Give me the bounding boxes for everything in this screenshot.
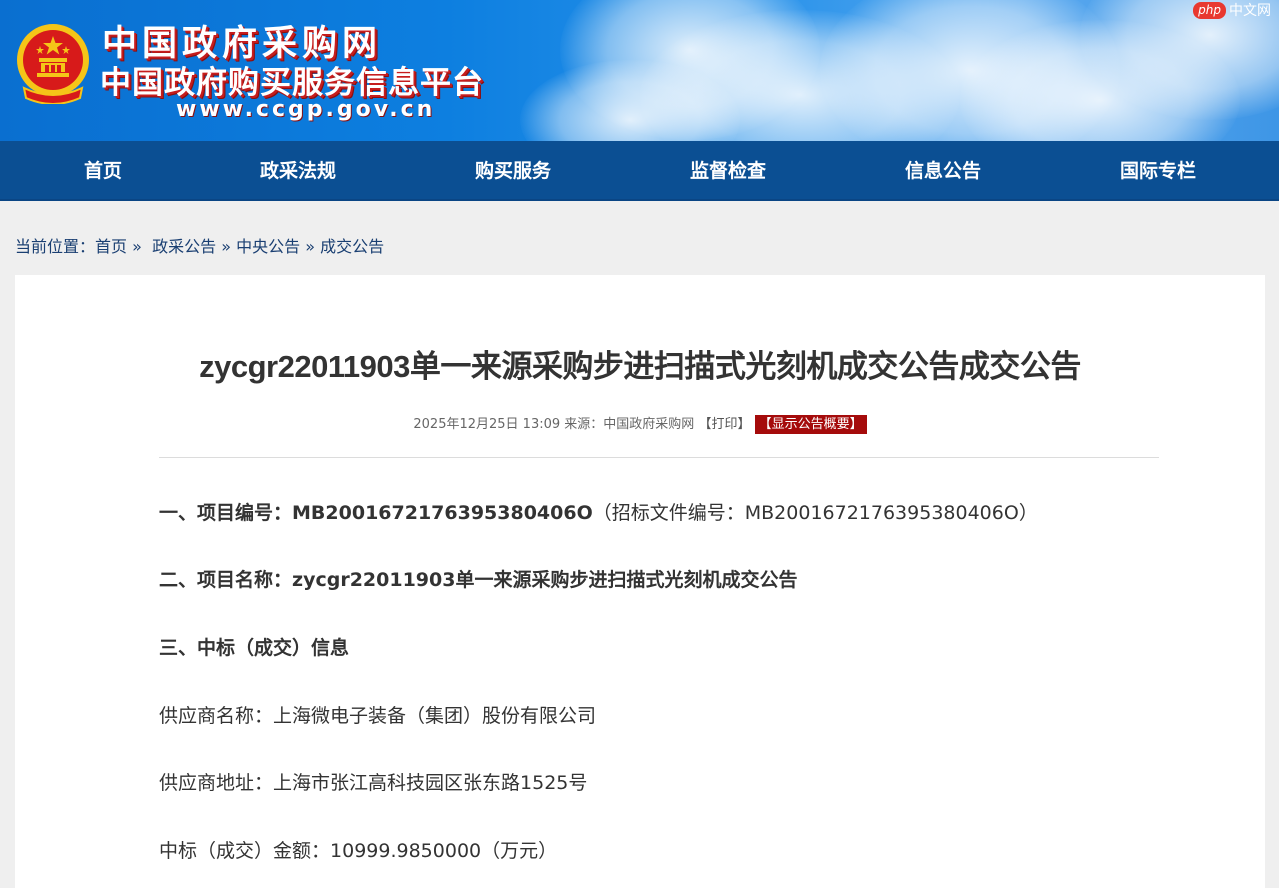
national-emblem-icon (17, 24, 89, 104)
show-summary-button[interactable]: 【显示公告概要】 (754, 415, 867, 434)
bid-document-number: （招标文件编号：MB2001672176395380406O） (592, 502, 1038, 524)
site-header-banner: 中国政府采购网 中国政府购买服务信息平台 www.ccgp.gov.cn php… (0, 0, 1279, 141)
project-number: MB2001672176395380406O (292, 502, 593, 524)
nav-item-purchase-services[interactable]: 购买服务 (475, 141, 551, 201)
breadcrumb-link-deal-notices[interactable]: 成交公告 (320, 237, 384, 256)
title-divider (159, 457, 1159, 458)
project-number-label: 一、项目编号： (159, 502, 293, 524)
source-name: 中国政府采购网 (603, 417, 695, 432)
supplier-name: 上海微电子装备（集团）股份有限公司 (273, 705, 597, 727)
breadcrumb-link-home[interactable]: 首页 (95, 237, 127, 256)
watermark: php 中文网 (1193, 0, 1271, 20)
print-link[interactable]: 【打印】 (698, 417, 750, 432)
supplier-address-label: 供应商地址： (159, 772, 274, 794)
supplier-name-label: 供应商名称： (159, 705, 274, 727)
breadcrumb: 当前位置：首页 » 政采公告 » 中央公告 » 成交公告 (15, 236, 384, 258)
award-info-label: 三、中标（成交）信息 (159, 637, 350, 659)
breadcrumb-separator: » (221, 237, 231, 256)
source-label: 来源： (564, 417, 604, 432)
supplier-name-line: 供应商名称：上海微电子装备（集团）股份有限公司 (159, 702, 596, 730)
award-amount-line: 中标（成交）金额：10999.9850000（万元） (159, 837, 557, 865)
award-amount-label: 中标（成交）金额： (159, 840, 331, 862)
site-subtitle: 中国政府购买服务信息平台 (100, 65, 484, 101)
project-name-label: 二、项目名称： (159, 569, 293, 591)
award-amount: 10999.9850000（万元） (330, 840, 558, 862)
breadcrumb-separator: » (305, 237, 315, 256)
article-meta: 2025年12月25日 13:09 来源：中国政府采购网 【打印】 【显示公告概… (15, 415, 1265, 435)
breadcrumb-link-procurement-notices[interactable]: 政采公告 (152, 237, 216, 256)
site-url: www.ccgp.gov.cn (176, 97, 436, 122)
watermark-text: 中文网 (1229, 3, 1271, 19)
publish-date: 2025年12月25日 13:09 (413, 417, 561, 432)
nav-item-supervision[interactable]: 监督检查 (690, 141, 766, 201)
nav-item-international[interactable]: 国际专栏 (1120, 141, 1196, 201)
main-nav: 首页 政采法规 购买服务 监督检查 信息公告 国际专栏 (0, 141, 1279, 201)
article-card: zycgr22011903单一来源采购步进扫描式光刻机成交公告成交公告 2025… (15, 275, 1265, 888)
nav-item-home[interactable]: 首页 (84, 141, 122, 201)
project-name-line: 二、项目名称：zycgr22011903单一来源采购步进扫描式光刻机成交公告 (159, 566, 797, 594)
nav-item-regulations[interactable]: 政采法规 (260, 141, 336, 201)
supplier-address-line: 供应商地址：上海市张江高科技园区张东路1525号 (159, 769, 587, 797)
award-info-heading: 三、中标（成交）信息 (159, 634, 349, 662)
watermark-badge: php (1193, 1, 1226, 19)
project-number-line: 一、项目编号：MB2001672176395380406O（招标文件编号：MB2… (159, 499, 1038, 527)
supplier-address: 上海市张江高科技园区张东路1525号 (273, 772, 588, 794)
site-title: 中国政府采购网 (102, 24, 383, 64)
breadcrumb-link-central-notices[interactable]: 中央公告 (236, 237, 300, 256)
breadcrumb-separator: » (132, 237, 142, 256)
article-title: zycgr22011903单一来源采购步进扫描式光刻机成交公告成交公告 (199, 349, 1081, 384)
project-name: zycgr22011903单一来源采购步进扫描式光刻机成交公告 (292, 569, 798, 591)
nav-item-announcements[interactable]: 信息公告 (905, 141, 981, 201)
breadcrumb-prefix: 当前位置： (15, 237, 96, 256)
